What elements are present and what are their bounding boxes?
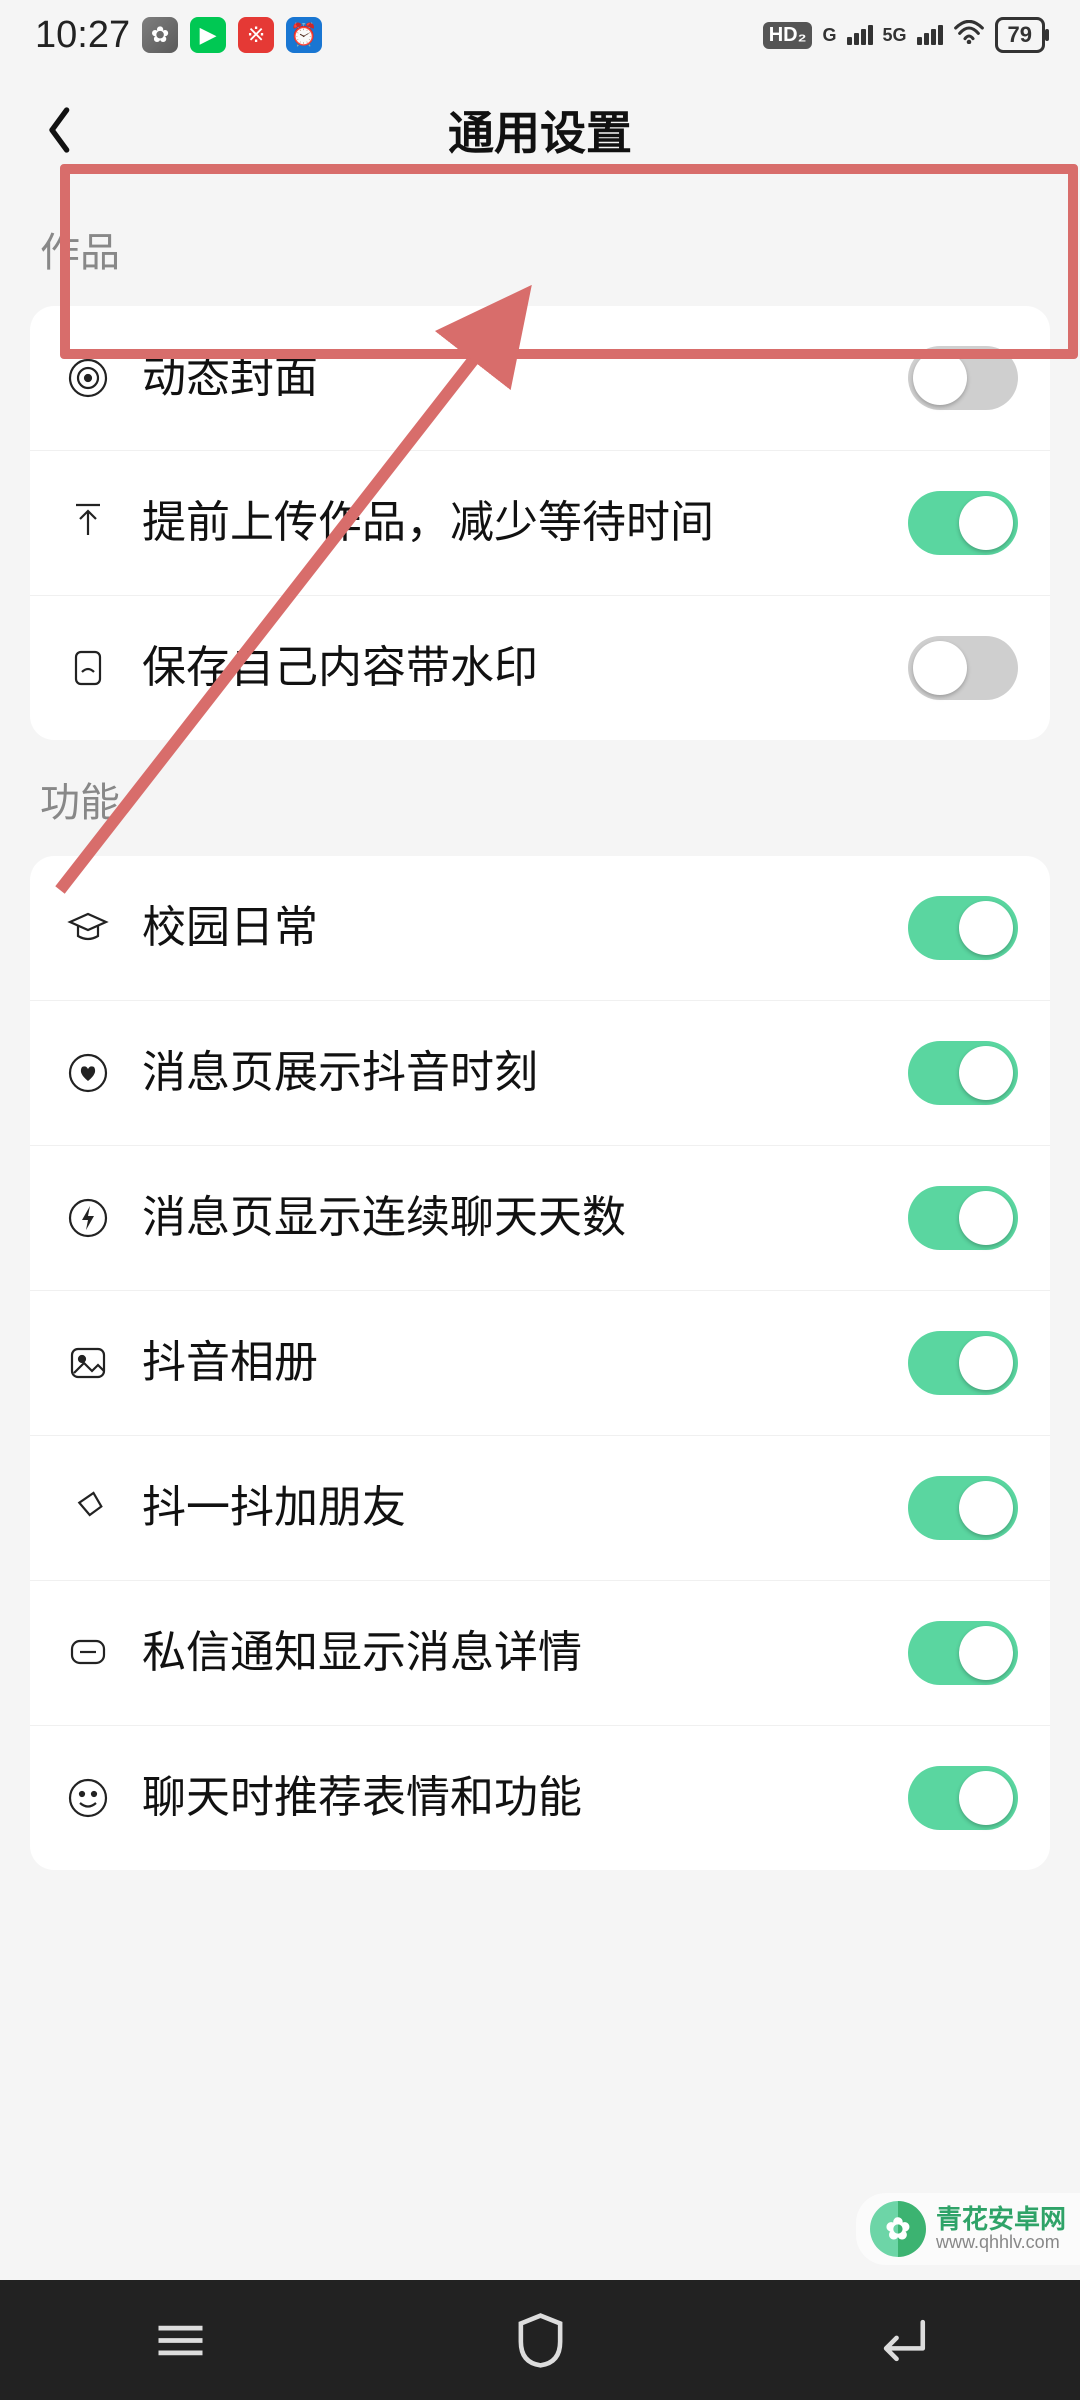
bolt-icon [62,1192,114,1244]
smile-icon [62,1772,114,1824]
alarm-icon: ⏰ [286,17,322,53]
rotate-icon [62,1482,114,1534]
row-label: 私信通知显示消息详情 [142,1623,888,1682]
row-label: 抖音相册 [142,1333,888,1392]
system-navbar [0,2280,1080,2400]
row-label: 校园日常 [142,898,888,957]
toggle-douyin-album[interactable] [908,1331,1018,1395]
section-header-0: 作品 [0,190,1080,306]
target-icon [62,352,114,404]
hd-badge: HD₂ [763,22,813,49]
toggle-dynamic-cover[interactable] [908,346,1018,410]
toggle-shake-friend[interactable] [908,1476,1018,1540]
nav-back-icon [873,2313,928,2368]
nav-back-button[interactable] [865,2305,935,2375]
toggle-pre-upload[interactable] [908,491,1018,555]
battery-indicator: 79 [995,17,1045,53]
app-icon-3: ※ [238,17,274,53]
message-icon [62,1627,114,1679]
app-icon-1: ✿ [142,17,178,53]
watermark-url: www.qhhlv.com [936,2233,1066,2253]
row-douyin-moments[interactable]: 消息页展示抖音时刻 [30,1001,1050,1146]
section-card-1: 校园日常消息页展示抖音时刻消息页显示连续聊天天数抖音相册抖一抖加朋友私信通知显示… [30,856,1050,1870]
chevron-left-icon [46,106,74,154]
watermark-name: 青花安卓网 [936,2205,1066,2234]
toggle-chat-emoji[interactable] [908,1766,1018,1830]
row-dm-detail[interactable]: 私信通知显示消息详情 [30,1581,1050,1726]
app-header: 通用设置 [0,70,1080,190]
row-label: 消息页展示抖音时刻 [142,1043,888,1102]
section-card-0: 动态封面提前上传作品，减少等待时间保存自己内容带水印 [30,306,1050,740]
heart-circle-icon [62,1047,114,1099]
signal-icon-2 [917,25,943,45]
row-label: 动态封面 [142,348,888,407]
nav-recents-button[interactable] [145,2305,215,2375]
row-label: 提前上传作品，减少等待时间 [142,493,888,552]
toggle-dm-detail[interactable] [908,1621,1018,1685]
net-g: G [822,25,836,46]
wifi-icon [953,20,985,51]
row-label: 抖一抖加朋友 [142,1478,888,1537]
status-bar: 10:27 ✿ ▶ ※ ⏰ HD₂ G 5G 79 [0,0,1080,70]
home-icon [513,2313,568,2368]
toggle-chat-streak[interactable] [908,1186,1018,1250]
row-chat-emoji[interactable]: 聊天时推荐表情和功能 [30,1726,1050,1870]
watermark-logo: ✿ [870,2201,926,2257]
section-header-1: 功能 [0,740,1080,856]
row-label: 消息页显示连续聊天天数 [142,1188,888,1247]
status-time: 10:27 [35,14,130,57]
row-watermark-save[interactable]: 保存自己内容带水印 [30,596,1050,740]
status-left: 10:27 ✿ ▶ ※ ⏰ [35,14,322,57]
row-label: 聊天时推荐表情和功能 [142,1768,888,1827]
app-icon-2: ▶ [190,17,226,53]
graduation-icon [62,902,114,954]
net-5g: 5G [883,25,907,46]
row-shake-friend[interactable]: 抖一抖加朋友 [30,1436,1050,1581]
watermark-text: 青花安卓网 www.qhhlv.com [936,2205,1066,2253]
row-campus-daily[interactable]: 校园日常 [30,856,1050,1001]
back-button[interactable] [30,100,90,160]
toggle-watermark-save[interactable] [908,636,1018,700]
upload-icon [62,497,114,549]
watermark: ✿ 青花安卓网 www.qhhlv.com [856,2193,1080,2265]
device-icon [62,642,114,694]
image-icon [62,1337,114,1389]
status-right: HD₂ G 5G 79 [763,17,1045,53]
row-douyin-album[interactable]: 抖音相册 [30,1291,1050,1436]
page-title: 通用设置 [0,97,1080,163]
nav-home-button[interactable] [505,2305,575,2375]
row-dynamic-cover[interactable]: 动态封面 [30,306,1050,451]
signal-icon [847,25,873,45]
row-label: 保存自己内容带水印 [142,638,888,697]
row-chat-streak[interactable]: 消息页显示连续聊天天数 [30,1146,1050,1291]
toggle-douyin-moments[interactable] [908,1041,1018,1105]
row-pre-upload[interactable]: 提前上传作品，减少等待时间 [30,451,1050,596]
recents-icon [153,2313,208,2368]
toggle-campus-daily[interactable] [908,896,1018,960]
